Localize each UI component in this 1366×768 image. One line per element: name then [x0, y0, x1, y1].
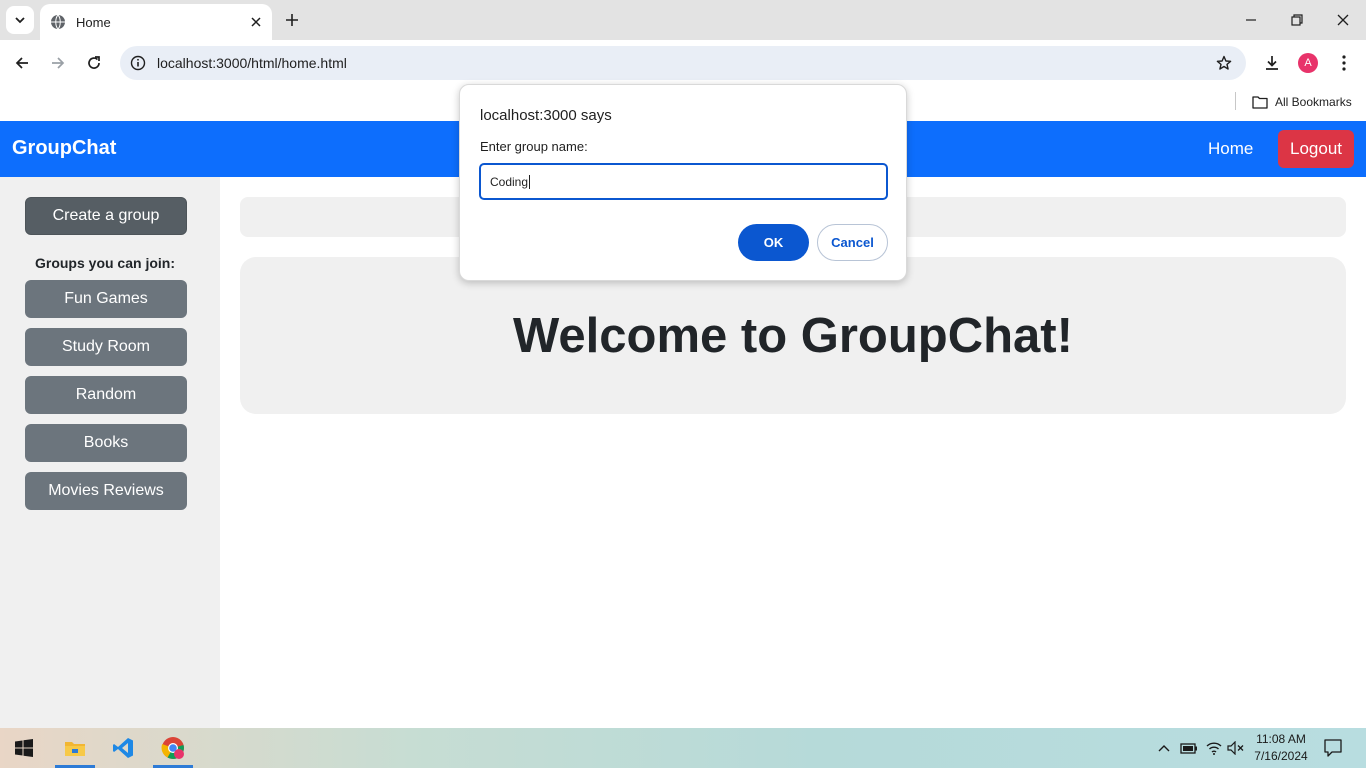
prompt-dialog: localhost:3000 says Enter group name: Co… — [459, 84, 907, 281]
volume-muted-icon — [1227, 741, 1244, 755]
battery-button[interactable] — [1179, 738, 1199, 758]
downloads-button[interactable] — [1258, 49, 1286, 77]
forward-button[interactable] — [44, 49, 72, 77]
profile-button[interactable]: A — [1294, 49, 1322, 77]
welcome-heading: Welcome to GroupChat! — [513, 308, 1073, 363]
group-name-input[interactable]: Coding — [479, 163, 888, 200]
folder-icon — [1252, 96, 1268, 109]
network-button[interactable] — [1204, 738, 1224, 758]
text-caret — [529, 174, 531, 189]
minimize-button[interactable] — [1228, 0, 1274, 40]
tab-close-button[interactable] — [246, 12, 266, 32]
tab-search-button[interactable] — [6, 6, 34, 34]
dialog-title: localhost:3000 says — [480, 107, 612, 124]
taskbar-file-explorer[interactable] — [55, 728, 95, 768]
address-bar[interactable]: localhost:3000/html/home.html — [120, 46, 1246, 80]
group-button-movies-reviews[interactable]: Movies Reviews — [25, 472, 187, 510]
battery-icon — [1180, 743, 1197, 754]
url-text[interactable]: localhost:3000/html/home.html — [157, 55, 1210, 71]
site-info-icon[interactable] — [128, 53, 148, 73]
minimize-icon — [1246, 19, 1256, 21]
notification-icon — [1324, 739, 1342, 757]
more-vertical-icon — [1342, 55, 1346, 71]
groups-heading: Groups you can join: — [34, 255, 175, 271]
taskbar: 11:08 AM 7/16/2024 — [0, 728, 1366, 768]
all-bookmarks-label: All Bookmarks — [1275, 95, 1352, 109]
plus-icon — [286, 14, 298, 26]
browser-toolbar: localhost:3000/html/home.html A — [0, 40, 1366, 86]
chevron-up-icon — [1158, 745, 1170, 752]
taskbar-chrome[interactable] — [153, 728, 193, 768]
close-window-button[interactable] — [1320, 0, 1366, 40]
group-list: Fun Games Study Room Random Books Movies… — [25, 280, 187, 520]
all-bookmarks-button[interactable]: All Bookmarks — [1252, 91, 1352, 113]
show-hidden-icons-button[interactable] — [1154, 738, 1174, 758]
restore-button[interactable] — [1274, 0, 1320, 40]
brand-logo[interactable]: GroupChat — [12, 137, 116, 160]
group-button-study-room[interactable]: Study Room — [25, 328, 187, 366]
group-button-books[interactable]: Books — [25, 424, 187, 462]
create-group-button[interactable]: Create a group — [25, 197, 187, 235]
taskbar-clock[interactable]: 11:08 AM 7/16/2024 — [1248, 731, 1314, 765]
sidebar: Create a group Groups you can join: Fun … — [0, 177, 220, 728]
group-button-fun-games[interactable]: Fun Games — [25, 280, 187, 318]
notifications-button[interactable] — [1323, 738, 1343, 758]
download-icon — [1266, 56, 1278, 70]
chevron-down-icon — [15, 17, 25, 24]
globe-icon — [51, 14, 65, 30]
close-icon — [1337, 14, 1349, 26]
wifi-icon — [1206, 742, 1222, 755]
taskbar-vscode[interactable] — [103, 728, 143, 768]
browser-menu-button[interactable] — [1330, 49, 1358, 77]
file-explorer-icon — [65, 742, 85, 756]
bookmarks-divider — [1235, 92, 1236, 110]
ok-button[interactable]: OK — [738, 224, 809, 261]
chrome-icon — [161, 737, 184, 759]
avatar: A — [1298, 53, 1318, 73]
arrow-right-icon — [52, 57, 65, 69]
dialog-message: Enter group name: — [480, 139, 588, 154]
nav-home-link[interactable]: Home — [1196, 133, 1265, 165]
bookmark-star-button[interactable] — [1210, 49, 1238, 77]
cancel-button[interactable]: Cancel — [817, 224, 888, 261]
start-button[interactable] — [4, 728, 44, 768]
back-button[interactable] — [8, 49, 36, 77]
new-tab-button[interactable] — [280, 8, 304, 32]
volume-button[interactable] — [1226, 738, 1246, 758]
close-icon — [251, 17, 261, 27]
clock-date: 7/16/2024 — [1254, 749, 1308, 763]
arrow-left-icon — [15, 57, 28, 69]
start-icon — [15, 739, 33, 757]
logout-button[interactable]: Logout — [1278, 130, 1354, 168]
reload-icon — [88, 56, 100, 69]
star-icon — [1216, 55, 1232, 70]
vscode-icon — [113, 738, 133, 758]
tab-strip: Home — [0, 0, 1366, 40]
restore-icon — [1291, 14, 1303, 26]
browser-tab-home[interactable]: Home — [40, 4, 272, 40]
group-name-value: Coding — [490, 174, 529, 189]
tab-title: Home — [76, 14, 111, 30]
clock-time: 11:08 AM — [1256, 732, 1306, 746]
reload-button[interactable] — [80, 49, 108, 77]
group-button-random[interactable]: Random — [25, 376, 187, 414]
